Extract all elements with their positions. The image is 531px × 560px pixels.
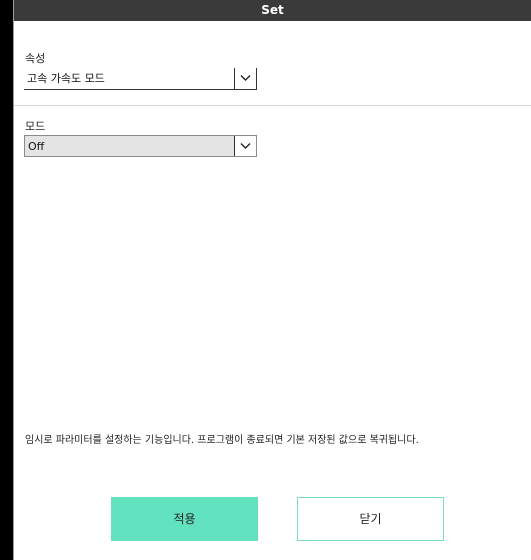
mode-select-value: Off [28, 140, 45, 153]
mode-label: 모드 [25, 120, 46, 133]
set-dialog: Set 속성 고속 가속도 모드 모드 Off 임시로 파라미터를 설정하는 기… [13, 0, 531, 560]
chevron-down-icon [240, 75, 251, 81]
attribute-select-value: 고속 가속도 모드 [27, 72, 105, 85]
apply-button[interactable]: 적용 [111, 497, 258, 541]
section-divider [14, 105, 531, 106]
dialog-title: Set [14, 0, 531, 21]
mode-dropdown-button[interactable] [234, 136, 256, 156]
attribute-select[interactable]: 고속 가속도 모드 [24, 68, 257, 90]
mode-select[interactable]: Off [24, 135, 257, 157]
chevron-down-icon [240, 143, 251, 149]
close-button[interactable]: 닫기 [297, 497, 444, 541]
notice-text: 임시로 파라미터를 설정하는 기능입니다. 프로그램이 종료되면 기본 저장된 … [25, 435, 419, 446]
attribute-dropdown-button[interactable] [234, 68, 256, 89]
attribute-label: 속성 [25, 52, 46, 65]
